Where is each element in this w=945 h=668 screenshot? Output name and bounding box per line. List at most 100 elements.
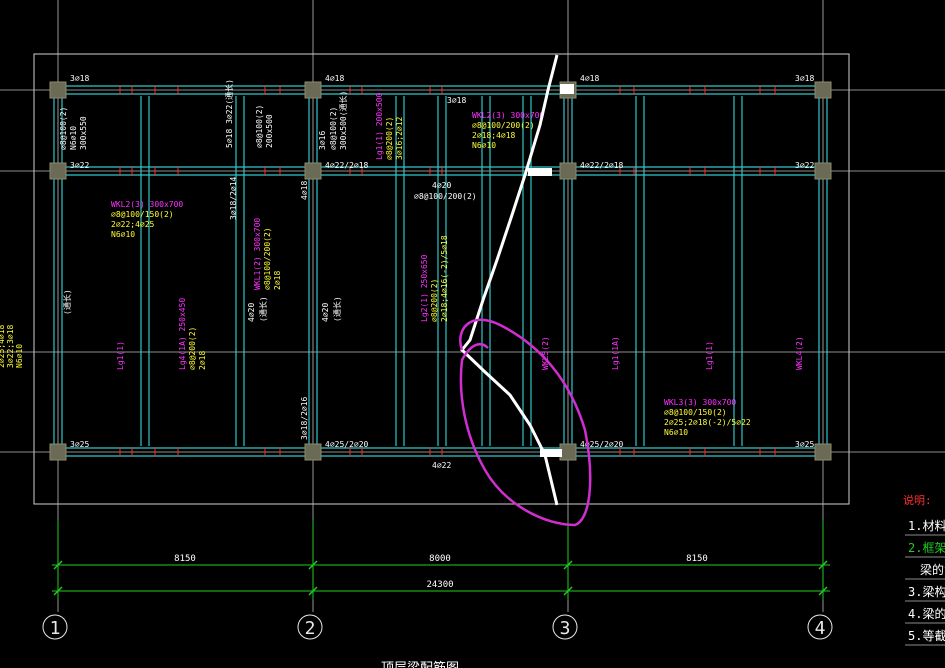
lg2-label: Lg2(1) 250x650 <box>420 254 429 322</box>
column-3-2 <box>559 162 577 180</box>
notes-item-4: 4.梁的纵 <box>908 606 945 621</box>
rebar-label: 3⌀22 <box>795 161 814 170</box>
rebar-label: 4⌀22/2⌀18 <box>325 161 369 170</box>
structural-drawing-canvas[interactable]: 3⌀18 4⌀18 4⌀18 3⌀183⌀22 4⌀22/2⌀18 4⌀22/2⌀18 3⌀… <box>0 0 945 668</box>
vertical-rebar-text: 3⌀18/2⌀14 <box>229 176 238 220</box>
notes-item-1: 2.框架梁 <box>908 540 945 555</box>
lg4-stirrup: ⌀8@200(2) <box>188 327 197 370</box>
column-4-1 <box>814 81 832 99</box>
left-edge-text: N6⌀10 <box>15 344 24 368</box>
wkl2-left-label-stirrup: ⌀8@100/150(2) <box>111 210 174 219</box>
rebar-label: 3⌀25 <box>795 440 814 449</box>
rebar-label: 4⌀22/2⌀18 <box>580 161 624 170</box>
notes-item-5: 5.等截面 <box>908 629 945 643</box>
dim-bay-2: 8000 <box>429 554 451 564</box>
drawing-title: 顶层梁配筋图 <box>381 660 459 668</box>
axis-label-3: 3 <box>560 618 571 639</box>
dimension-lines: 8150 8000 8150 24300 <box>52 520 830 600</box>
column-1-2 <box>49 162 67 180</box>
vertical-rebar-text: 3⌀16 <box>318 131 327 150</box>
lg-small-label: Lg1(1) <box>116 341 125 370</box>
column-3-3 <box>559 443 577 461</box>
vertical-rebar-text: (通长) <box>258 296 268 322</box>
lg4-label: Lg4(1A) 250x450 <box>178 298 187 370</box>
wkl3-bottom-label-name: WKL3(3) 300x700 <box>664 398 736 407</box>
wkl3-bottom-label-side: N6⌀10 <box>664 428 688 437</box>
vertical-rebar-text: 200x500 <box>265 114 274 148</box>
vertical-rebar-text: 3⌀18/2⌀16 <box>300 396 309 440</box>
wkl1-stirrup: ⌀8@100/200(2) <box>263 227 272 290</box>
markup-white-box <box>560 84 574 94</box>
axis-label-1: 1 <box>50 618 61 639</box>
rebar-label: 3⌀22 <box>70 161 89 170</box>
column-1-1 <box>49 81 67 99</box>
column-2-2 <box>304 162 322 180</box>
wkl3-bottom-label-stirrup: ⌀8@100/150(2) <box>664 408 727 417</box>
wkl3-bottom-label-rebar: 2⌀25;2⌀18(-2)/5⌀22 <box>664 418 751 427</box>
lg2-stirrup: ⌀8@200(2) <box>430 279 439 322</box>
wkl2-top-label-stirrup: ⌀8@100/200(2) <box>472 121 535 130</box>
lg4-rebar: 2⌀18 <box>198 351 207 370</box>
rebar-annotations: 3⌀18 4⌀18 4⌀18 3⌀18 3⌀22 4⌀22/2⌀18 4⌀22/2⌀18 3⌀… <box>0 74 814 470</box>
axis-bubbles: 1 2 3 4 <box>42 614 833 640</box>
axis-label-2: 2 <box>305 618 316 639</box>
wkl2-top-label-name: WKL2(3) 300x700 <box>472 111 544 120</box>
dim-bay-3: 8150 <box>686 554 708 564</box>
lg1-label: Lg1(1) 200x500 <box>375 92 384 160</box>
wkl2-left-label-rebar: 2⌀22;4⌀25 <box>111 220 155 229</box>
column-4-3 <box>814 443 832 461</box>
vertical-rebar-text: 4⌀20 <box>247 303 256 322</box>
column-2-1 <box>304 81 322 99</box>
wkl2-left-label-name: WKL2(3) 300x700 <box>111 200 183 209</box>
vertical-rebar-text: 300x550 <box>79 116 88 150</box>
vertical-rebar-text: ⌀8@100(2) <box>329 107 338 150</box>
wkl2-left-label-side: N6⌀10 <box>111 230 135 239</box>
vertical-rebar-text: 300x500(通长) <box>338 91 348 150</box>
vertical-rebar-text: 4⌀20 <box>321 303 330 322</box>
column-2-3 <box>304 443 322 461</box>
rebar-label: 3⌀18 <box>447 96 466 105</box>
notes-item-2: 梁的混 <box>920 562 945 577</box>
rebar-label: 3⌀18 <box>70 74 89 83</box>
wkl1-rebar: 2⌀18 <box>273 271 282 290</box>
lg1-stirrup: ⌀8@200(2) <box>385 117 394 160</box>
dim-bay-1: 8150 <box>174 554 196 564</box>
markup-white-box <box>540 449 562 457</box>
markup-white-box <box>528 168 552 176</box>
left-edge-text: 3⌀22;3⌀18 <box>6 324 15 368</box>
lg-small-label: Lg1(1A) <box>611 336 620 370</box>
axis-grid-lines <box>0 0 945 612</box>
column-4-2 <box>814 162 832 180</box>
markup-magenta-loop <box>459 318 592 527</box>
lg2-rebar: 2⌀18;4⌀16(-2)/5⌀18 <box>440 235 449 322</box>
rebar-label: 4⌀25/2⌀20 <box>325 440 369 449</box>
rebar-label: 3⌀18 <box>795 74 814 83</box>
notes-panel: 说明: 1.材料:混 2.框架梁梁的混 3.梁构件 4.梁的纵 5.等截面 <box>903 493 945 646</box>
vertical-rebar-text: 5⌀18 3⌀22(通长) <box>224 79 234 148</box>
wkl4-label: WKL4(2) <box>795 336 804 370</box>
vertical-rebar-text: 4⌀18 <box>300 181 309 200</box>
vertical-rebar-text: ⌀8@100(2) <box>59 107 68 150</box>
rebar-label: 3⌀25 <box>70 440 89 449</box>
column-1-3 <box>49 443 67 461</box>
wkl2-top-label-side: N6⌀10 <box>472 141 496 150</box>
lg1-rebar: 3⌀16;2⌀12 <box>395 116 404 160</box>
rebar-label: 4⌀20 <box>432 181 451 190</box>
vertical-rebar-text: (通长) <box>332 296 342 322</box>
axis-label-4: 4 <box>815 618 826 639</box>
vertical-rebar-text: ⌀8@100(2) <box>255 105 264 148</box>
vertical-rebar-text: (通长) <box>62 289 72 315</box>
dim-total: 24300 <box>426 580 453 590</box>
wkl1-label: WKL1(2) 300x700 <box>253 218 262 290</box>
vertical-rebar-text: N6⌀10 <box>69 126 78 150</box>
notes-item-0: 1.材料:混 <box>908 519 945 533</box>
wkl2-top-label-rebar: 2⌀18;4⌀18 <box>472 131 516 140</box>
lg-small-label: Lg1(1) <box>705 341 714 370</box>
notes-heading: 说明: <box>903 493 932 507</box>
rebar-label: 4⌀22 <box>432 461 451 470</box>
wkl5-label: WKL5(2) <box>541 336 550 370</box>
rebar-label: 4⌀18 <box>325 74 344 83</box>
rebar-label: ⌀8@100/200(2) <box>414 192 477 201</box>
rebar-label: 4⌀18 <box>580 74 599 83</box>
notes-item-3: 3.梁构件 <box>908 584 945 599</box>
